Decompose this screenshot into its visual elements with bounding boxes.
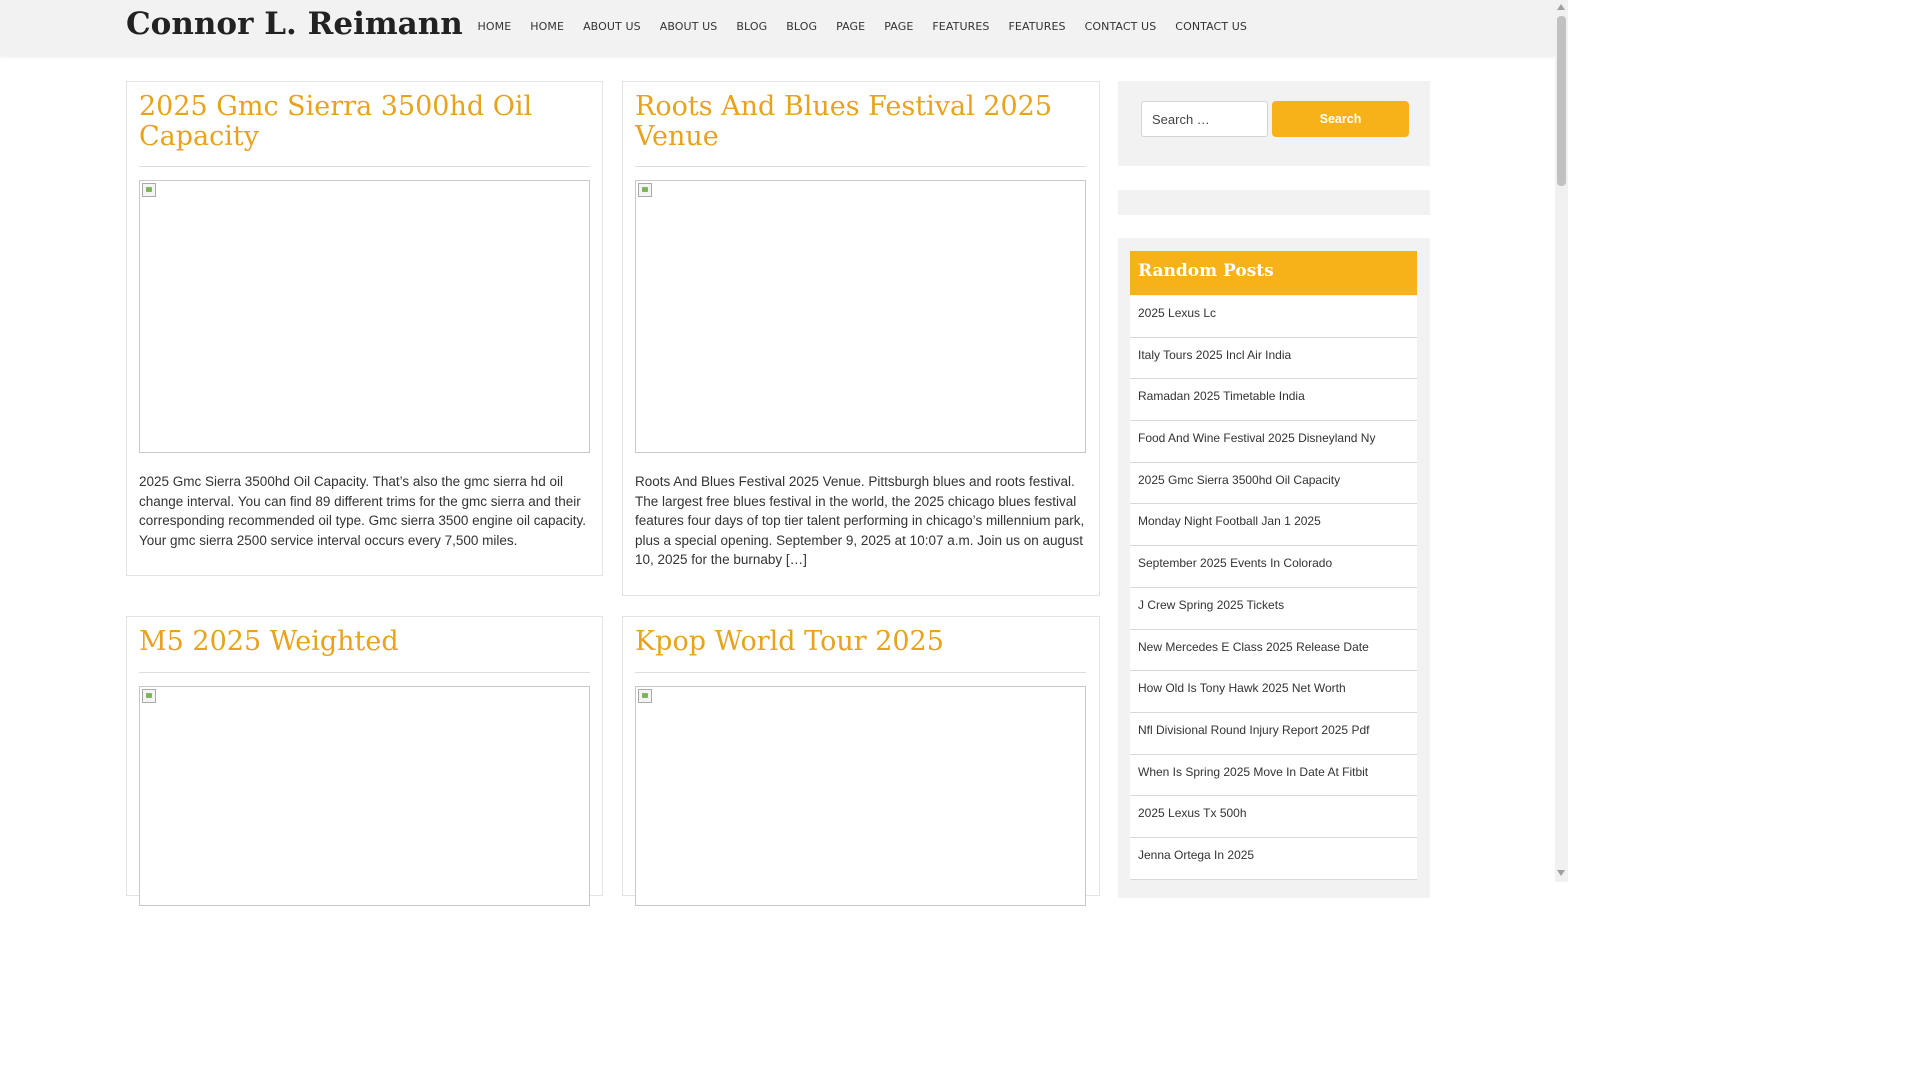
post-excerpt: 2025 Gmc Sierra 3500hd Oil Capacity. Tha… (139, 474, 586, 548)
post-thumbnail[interactable] (635, 686, 1086, 906)
list-item: 2025 Lexus Lc (1130, 296, 1417, 338)
nav-item-page[interactable]: PAGE (875, 20, 923, 33)
random-post-link[interactable]: September 2025 Events In Colorado (1130, 546, 1417, 570)
nav-item-features[interactable]: FEATURES (999, 20, 1075, 33)
list-item: Ramadan 2025 Timetable India (1130, 379, 1417, 422)
nav-item-contact-us[interactable]: CONTACT US (1075, 20, 1166, 33)
nav-item-blog[interactable]: BLOG (727, 20, 777, 33)
random-posts-header: Random Posts (1130, 251, 1417, 295)
random-post-link[interactable]: 2025 Lexus Tx 500h (1130, 796, 1417, 820)
random-post-link[interactable]: Ramadan 2025 Timetable India (1130, 379, 1417, 403)
nav-item-about-us[interactable]: ABOUT US (650, 20, 727, 33)
post-card: 2025 Gmc Sierra 3500hd Oil Capacity 2025… (126, 81, 603, 576)
random-post-link[interactable]: Monday Night Football Jan 1 2025 (1130, 504, 1417, 528)
list-item: September 2025 Events In Colorado (1130, 546, 1417, 588)
list-item: Jenna Ortega In 2025 (1130, 837, 1417, 880)
post-title[interactable]: M5 2025 Weighted (139, 627, 589, 657)
nav-item-home[interactable]: HOME (468, 20, 521, 33)
broken-image-icon (142, 183, 156, 197)
post-divider (139, 166, 590, 167)
post-thumbnail[interactable] (139, 686, 590, 906)
post-divider (139, 672, 590, 673)
broken-image-icon (638, 689, 652, 703)
random-posts-heading: Random Posts (1138, 261, 1274, 281)
search-widget: Search (1118, 81, 1430, 166)
list-item: Nfl Divisional Round Injury Report 2025 … (1130, 712, 1417, 755)
post-thumbnail[interactable] (635, 180, 1086, 453)
post-card: Roots And Blues Festival 2025 Venue Root… (622, 81, 1100, 596)
scroll-up-arrow-icon[interactable] (1557, 4, 1565, 10)
nav-item-blog[interactable]: BLOG (777, 20, 827, 33)
post-title[interactable]: Kpop World Tour 2025 (635, 627, 1085, 657)
post-thumbnail[interactable] (139, 180, 590, 453)
site-header: Connor L. Reimann HOME HOME ABOUT US ABO… (0, 0, 1555, 56)
random-post-link[interactable]: New Mercedes E Class 2025 Release Date (1130, 630, 1417, 654)
list-item: How Old Is Tony Hawk 2025 Net Worth (1130, 671, 1417, 713)
nav-item-features[interactable]: FEATURES (923, 20, 999, 33)
random-post-link[interactable]: Food And Wine Festival 2025 Disneyland N… (1130, 421, 1417, 445)
random-post-link[interactable]: Italy Tours 2025 Incl Air India (1130, 338, 1417, 362)
post-title[interactable]: 2025 Gmc Sierra 3500hd Oil Capacity (139, 92, 589, 152)
random-posts-list: 2025 Lexus Lc Italy Tours 2025 Incl Air … (1130, 296, 1417, 880)
list-item: New Mercedes E Class 2025 Release Date (1130, 629, 1417, 672)
random-post-link[interactable]: Jenna Ortega In 2025 (1130, 838, 1417, 862)
nav-item-about-us[interactable]: ABOUT US (574, 20, 651, 33)
scrollbar-thumb[interactable] (1557, 16, 1566, 186)
main-nav: HOME HOME ABOUT US ABOUT US BLOG BLOG PA… (468, 20, 1257, 33)
list-item: Italy Tours 2025 Incl Air India (1130, 337, 1417, 380)
broken-image-icon (638, 183, 652, 197)
random-post-link[interactable]: When Is Spring 2025 Move In Date At Fitb… (1130, 755, 1417, 779)
post-divider (635, 166, 1086, 167)
scroll-down-arrow-icon[interactable] (1557, 870, 1565, 876)
post-title[interactable]: Roots And Blues Festival 2025 Venue (635, 92, 1085, 152)
nav-item-home[interactable]: HOME (521, 20, 574, 33)
random-post-link[interactable]: 2025 Lexus Lc (1130, 296, 1417, 320)
post-card: Kpop World Tour 2025 (622, 616, 1100, 906)
search-input[interactable] (1141, 101, 1268, 137)
list-item: J Crew Spring 2025 Tickets (1130, 587, 1417, 630)
nav-item-page[interactable]: PAGE (827, 20, 875, 33)
post-divider (635, 672, 1086, 673)
random-post-link[interactable]: Nfl Divisional Round Injury Report 2025 … (1130, 713, 1417, 737)
list-item: When Is Spring 2025 Move In Date At Fitb… (1130, 754, 1417, 797)
random-posts-widget: Random Posts 2025 Lexus Lc Italy Tours 2… (1118, 238, 1430, 898)
nav-item-contact-us[interactable]: CONTACT US (1166, 20, 1257, 33)
random-post-link[interactable]: 2025 Gmc Sierra 3500hd Oil Capacity (1130, 463, 1417, 487)
list-item: 2025 Lexus Tx 500h (1130, 796, 1417, 838)
page-scrollbar[interactable] (1555, 0, 1568, 882)
post-excerpt: Roots And Blues Festival 2025 Venue. Pit… (635, 474, 1085, 568)
broken-image-icon (142, 689, 156, 703)
post-card: M5 2025 Weighted (126, 616, 603, 906)
list-item: Food And Wine Festival 2025 Disneyland N… (1130, 421, 1417, 463)
list-item: Monday Night Football Jan 1 2025 (1130, 504, 1417, 547)
random-post-link[interactable]: J Crew Spring 2025 Tickets (1130, 588, 1417, 612)
site-title[interactable]: Connor L. Reimann (126, 6, 463, 42)
empty-widget (1118, 190, 1430, 215)
random-post-link[interactable]: How Old Is Tony Hawk 2025 Net Worth (1130, 671, 1417, 695)
search-button[interactable]: Search (1272, 101, 1409, 137)
list-item: 2025 Gmc Sierra 3500hd Oil Capacity (1130, 462, 1417, 505)
